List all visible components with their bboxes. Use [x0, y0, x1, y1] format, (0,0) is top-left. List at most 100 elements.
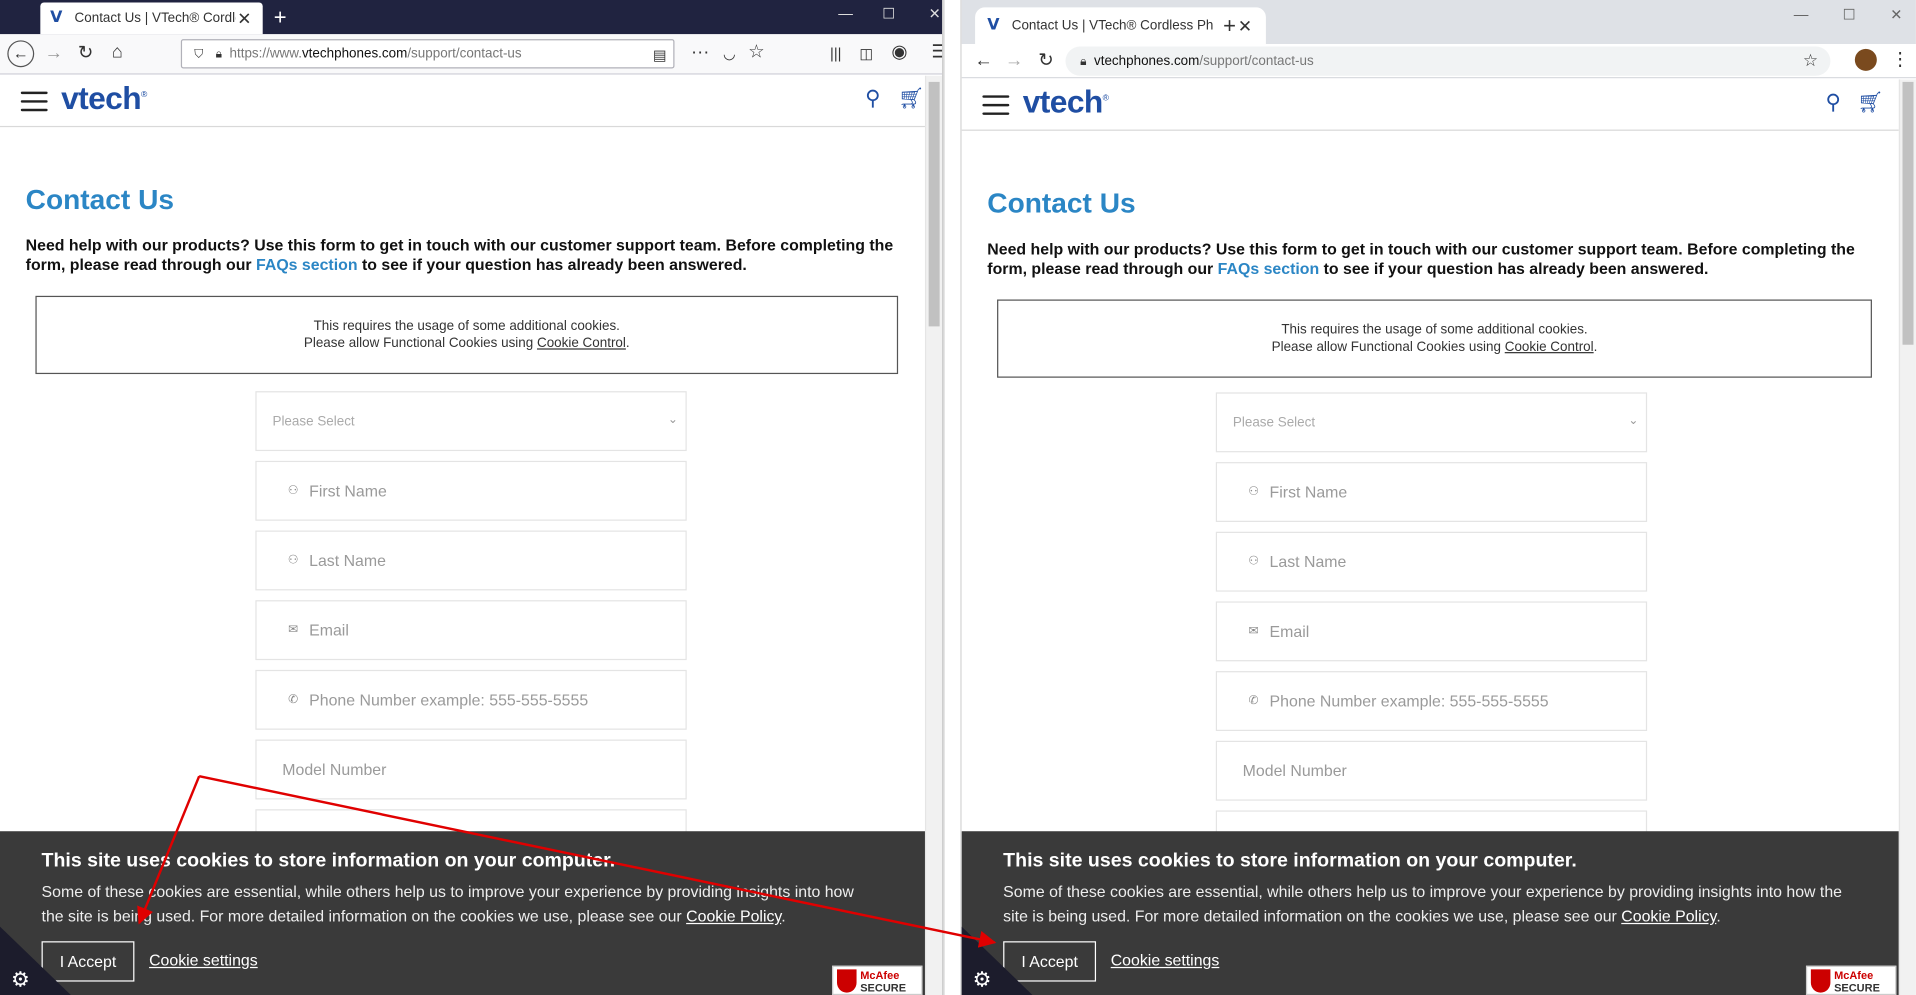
new-tab-button[interactable]: +: [274, 6, 287, 28]
badge-line2: SECURE: [1834, 981, 1880, 994]
mcafee-secure-badge[interactable]: McAfee SECURE: [1805, 965, 1897, 995]
first-name-field[interactable]: ⚇ First Name: [1215, 462, 1648, 522]
faqs-link[interactable]: FAQs section: [1218, 259, 1320, 277]
envelope-icon: ✉: [1248, 624, 1259, 639]
notice-period: .: [1593, 339, 1598, 355]
tab-title: Contact Us | VTech® Cordless Ph: [1011, 18, 1214, 34]
cookie-banner-title: This site uses cookies to store informat…: [1003, 850, 1577, 872]
cookie-policy-link[interactable]: Cookie Policy: [1621, 907, 1716, 925]
badge-line2: SECURE: [860, 981, 907, 994]
sidebar-icon[interactable]: ◫: [854, 44, 878, 64]
contact-form: Please Select ⌄ ⚇ First Name ⚇ Last Name ✉ E…: [255, 391, 687, 879]
topic-select[interactable]: Please Select ⌄: [255, 391, 687, 452]
account-icon[interactable]: ◉: [887, 42, 911, 63]
page-actions-icon[interactable]: ···: [688, 42, 712, 63]
cookie-banner-period: .: [1716, 907, 1721, 926]
bookmark-star-icon[interactable]: ☆: [1803, 50, 1818, 71]
home-icon[interactable]: ⌂: [105, 42, 129, 63]
web-page: vtech® ⚲ 🛒︎ Contact Us Need help with ou…: [0, 75, 943, 995]
intro-after: to see if your question has already been…: [1319, 259, 1709, 278]
first-name-field[interactable]: ⚇ First Name: [255, 460, 687, 521]
phone-field[interactable]: ✆ Phone Number example: 555-555-5555: [255, 669, 687, 730]
minimize-icon[interactable]: —: [1794, 6, 1809, 23]
functional-cookie-notice: This requires the usage of some addition…: [997, 299, 1872, 378]
cookie-consent-banner: This site uses cookies to store informat…: [0, 831, 925, 995]
faqs-link[interactable]: FAQs section: [256, 255, 358, 273]
close-window-icon[interactable]: ✕: [929, 5, 941, 22]
minimize-icon[interactable]: —: [838, 5, 853, 22]
shield-icon: ⛉: [194, 47, 204, 61]
functional-cookie-notice: This requires the usage of some addition…: [35, 295, 899, 375]
cookie-banner-text: Some of these cookies are essential, whi…: [42, 880, 877, 929]
page-scrollbar[interactable]: [924, 75, 943, 995]
avatar[interactable]: [1854, 48, 1877, 71]
url-path: /support/contact-us: [407, 46, 522, 62]
back-arrow-icon[interactable]: ←: [971, 51, 995, 71]
address-bar[interactable]: 🔒︎ vtechphones.com/support/contact-us ☆: [1065, 46, 1831, 76]
cart-icon[interactable]: 🛒︎: [898, 87, 924, 111]
scrollbar-thumb[interactable]: [928, 81, 940, 327]
chevron-down-icon: ⌄: [1628, 414, 1639, 428]
url-host: vtechphones.com: [1094, 53, 1200, 69]
back-arrow-icon[interactable]: ←: [7, 40, 35, 68]
kebab-menu-icon[interactable]: ⋮: [1888, 50, 1912, 70]
tab-title: Contact Us | VTech® Cordless P: [74, 11, 236, 26]
left-browser-window: V Contact Us | VTech® Cordless P ✕ + — ☐…: [0, 0, 944, 995]
cookie-banner-period: .: [781, 907, 786, 926]
main-content: Contact Us Need help with our products? …: [987, 187, 1881, 378]
cart-icon[interactable]: 🛒︎: [1857, 90, 1883, 114]
cookie-control-link[interactable]: Cookie Control: [1505, 340, 1594, 355]
reader-view-icon[interactable]: ▤: [648, 45, 672, 65]
forward-arrow-icon[interactable]: →: [42, 43, 66, 64]
model-placeholder: Model Number: [282, 760, 387, 779]
search-icon[interactable]: ⚲: [865, 87, 880, 111]
close-tab-icon[interactable]: ✕: [236, 8, 253, 29]
close-tab-icon[interactable]: ✕: [1237, 15, 1254, 36]
bookmark-star-icon[interactable]: ☆: [744, 42, 768, 63]
window-divider: [943, 0, 962, 995]
model-placeholder: Model Number: [1242, 761, 1347, 780]
vtech-logo[interactable]: vtech®: [61, 79, 147, 117]
browser-toolbar: ← → ↻ ⌂ ⛉ 🔒︎ https://www. vtechphones.com…: [0, 34, 943, 75]
new-tab-button[interactable]: +: [1223, 15, 1236, 37]
browser-tab[interactable]: V Contact Us | VTech® Cordless P ✕: [40, 2, 263, 35]
reload-icon[interactable]: ↻: [73, 43, 97, 64]
forward-arrow-icon[interactable]: →: [1002, 51, 1026, 71]
cookie-settings-link[interactable]: Cookie settings: [1111, 951, 1220, 969]
email-field[interactable]: ✉ Email: [255, 600, 687, 661]
close-window-icon[interactable]: ✕: [1890, 6, 1902, 23]
email-field[interactable]: ✉ Email: [1215, 601, 1648, 662]
cookie-policy-link[interactable]: Cookie Policy: [686, 907, 781, 925]
topic-select[interactable]: Please Select ⌄: [1215, 392, 1648, 453]
last-name-field[interactable]: ⚇ Last Name: [255, 530, 687, 591]
hamburger-menu-icon[interactable]: [20, 91, 48, 112]
menu-icon[interactable]: ☰: [927, 42, 942, 63]
mcafee-secure-badge[interactable]: McAfee SECURE: [832, 965, 923, 995]
notice-line1: This requires the usage of some addition…: [313, 319, 620, 334]
model-number-field[interactable]: Model Number: [1215, 740, 1648, 801]
person-icon: ⚇: [1248, 485, 1260, 499]
search-icon[interactable]: ⚲: [1826, 90, 1841, 114]
vtech-logo[interactable]: vtech®: [1023, 83, 1109, 121]
phone-icon: ✆: [288, 693, 299, 707]
reload-icon[interactable]: ↻: [1034, 51, 1058, 71]
email-placeholder: Email: [1269, 622, 1310, 641]
gear-icon[interactable]: ⚙: [11, 968, 30, 992]
cookie-settings-link[interactable]: Cookie settings: [149, 951, 258, 969]
library-icon[interactable]: |||: [824, 44, 848, 64]
hamburger-menu-icon[interactable]: [982, 95, 1010, 115]
page-scrollbar[interactable]: [1898, 79, 1916, 995]
scrollbar-thumb[interactable]: [1902, 81, 1914, 345]
maximize-icon[interactable]: ☐: [882, 5, 895, 22]
cookie-control-link[interactable]: Cookie Control: [537, 336, 626, 351]
maximize-icon[interactable]: ☐: [1843, 6, 1856, 23]
tab-bar: V Contact Us | VTech® Cordless P ✕ + — ☐…: [0, 0, 943, 35]
person-icon: ⚇: [1248, 554, 1260, 569]
pocket-icon[interactable]: ◡: [717, 44, 741, 64]
address-bar[interactable]: ⛉ 🔒︎ https://www. vtechphones.com/support…: [180, 39, 675, 69]
gear-icon[interactable]: ⚙: [973, 968, 992, 992]
model-number-field[interactable]: Model Number: [255, 739, 687, 800]
phone-field[interactable]: ✆ Phone Number example: 555-555-5555: [1215, 671, 1648, 731]
last-name-field[interactable]: ⚇ Last Name: [1215, 531, 1648, 592]
person-icon: ⚇: [287, 553, 299, 568]
